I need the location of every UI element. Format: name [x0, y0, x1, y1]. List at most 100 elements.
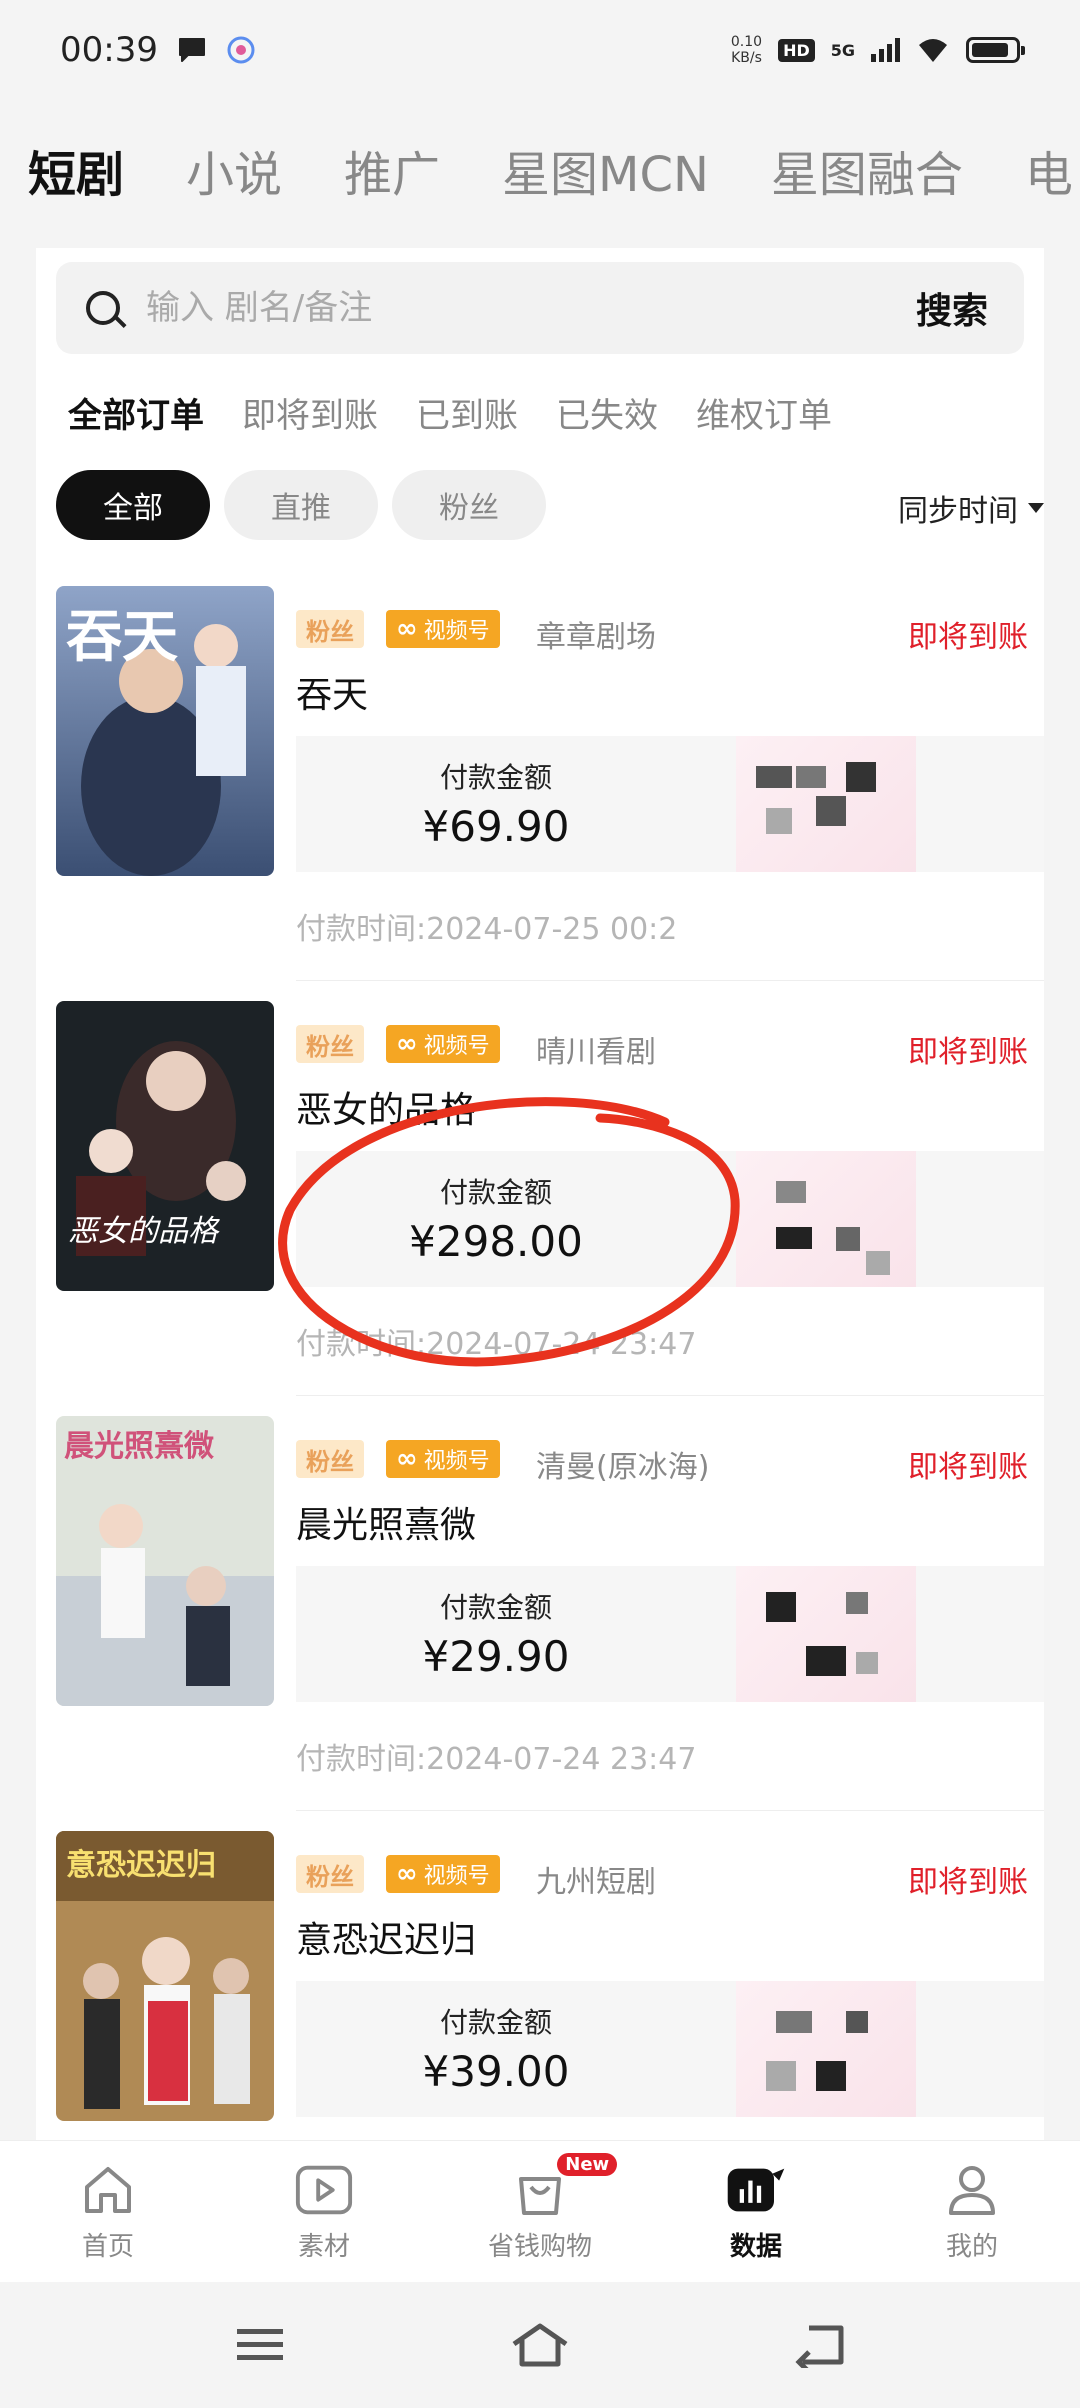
video-channel-tag: ∞ 视频号 — [386, 1855, 500, 1893]
search-button[interactable]: 搜索 — [916, 282, 988, 334]
tab-pending[interactable]: 即将到账 — [242, 388, 378, 437]
studio-name: 九州短剧 — [536, 1865, 656, 1900]
back-button[interactable] — [790, 2320, 850, 2370]
home-button[interactable] — [510, 2320, 570, 2370]
video-channel-tag: ∞ 视频号 — [386, 1025, 500, 1063]
divider — [296, 1810, 1044, 1811]
tab-xingtu-mcn[interactable]: 星图MCN — [502, 135, 709, 205]
studio-name: 晴川看剧 — [536, 1035, 656, 1070]
video-channel-icon: ∞ — [396, 614, 418, 644]
pay-amount: ¥29.90 — [422, 1632, 570, 1681]
video-channel-icon: ∞ — [396, 1444, 418, 1474]
order-item[interactable]: 晨光照熹微 粉丝 ∞ 视频号 清曼(原冰海) 即将到账 晨光照熹微 付款金额 ¥2… — [36, 1416, 1044, 1831]
filter-direct[interactable]: 直推 — [224, 470, 378, 540]
poster-text: 晨光照熹微 — [64, 1429, 214, 1464]
filter-chips: 全部 直推 粉丝 — [56, 470, 546, 540]
mosaic-redaction — [736, 1151, 916, 1287]
orders-card: 搜索 全部订单 即将到账 已到账 已失效 维权订单 全部 直推 粉丝 同步时间 … — [36, 248, 1044, 2148]
fan-tag: 粉丝 — [296, 1025, 364, 1063]
sync-time-dropdown[interactable]: 同步时间 — [898, 486, 1044, 530]
tab-short-drama[interactable]: 短剧 — [28, 135, 124, 205]
search-input[interactable] — [146, 288, 916, 328]
tab-all-orders[interactable]: 全部订单 — [68, 388, 204, 437]
drama-title: 吞天 — [296, 675, 369, 716]
tab-xingtu-fusion[interactable]: 星图融合 — [771, 135, 963, 205]
search-icon — [86, 291, 120, 325]
pay-label: 付款金额 — [439, 761, 552, 794]
status-time: 00:39 — [60, 30, 158, 70]
divider — [296, 1395, 1044, 1396]
pay-time: 付款时间:2024-07-24 23:47 — [296, 1742, 697, 1777]
tab-novel[interactable]: 小说 — [186, 135, 282, 205]
order-status-tabs: 全部订单 即将到账 已到账 已失效 维权订单 — [68, 388, 832, 437]
home-nav-icon — [512, 2323, 568, 2367]
order-item[interactable]: 恶女的品格 粉丝 ∞ 视频号 晴川看剧 即将到账 恶女的品格 付款金额 ¥298.… — [36, 1001, 1044, 1416]
nav-home[interactable]: 首页 — [0, 2141, 216, 2282]
nav-label: 数据 — [729, 2232, 782, 2262]
net-speed: 0.10 KB/s — [730, 34, 763, 66]
pay-amount: ¥39.00 — [422, 2047, 570, 2096]
pay-time: 付款时间:2024-07-25 00:2 — [296, 912, 678, 947]
pay-label: 付款金额 — [439, 1591, 552, 1624]
nav-label: 省钱购物 — [487, 2232, 592, 2262]
order-item[interactable]: 吞天 粉丝 ∞ 视频号 章章剧场 即将到账 吞天 付款金额 ¥69.90 付款时间… — [36, 586, 1044, 1001]
nav-material[interactable]: 素材 — [216, 2141, 432, 2282]
nav-mine[interactable]: 我的 — [864, 2141, 1080, 2282]
drama-poster: 晨光照熹微 — [56, 1416, 274, 1706]
order-status: 即将到账 — [908, 1035, 1028, 1070]
drama-poster: 意恐迟迟归 — [56, 1831, 274, 2121]
system-nav-bar — [0, 2282, 1080, 2408]
drama-title: 恶女的品格 — [296, 1090, 477, 1131]
hd-icon: HD — [778, 38, 815, 62]
order-status: 即将到账 — [908, 620, 1028, 655]
order-status: 即将到账 — [908, 1450, 1028, 1485]
tab-received[interactable]: 已到账 — [416, 388, 518, 437]
fan-tag: 粉丝 — [296, 610, 364, 648]
message-icon — [178, 38, 205, 62]
nav-shopping[interactable]: New 省钱购物 — [432, 2141, 648, 2282]
video-channel-tag: ∞ 视频号 — [386, 610, 500, 648]
nav-data[interactable]: 数据 — [648, 2141, 864, 2282]
nav-label: 素材 — [297, 2232, 350, 2262]
status-bar: 00:39 0.10 KB/s HD 5G — [0, 0, 1080, 100]
back-icon — [795, 2325, 844, 2368]
play-icon — [294, 2160, 354, 2220]
drama-title: 晨光照熹微 — [296, 1505, 477, 1546]
top-tab-bar: 短剧 小说 推广 星图MCN 星图融合 电 — [28, 130, 1073, 210]
video-channel-icon: ∞ — [396, 1029, 418, 1059]
tab-more[interactable]: 电 — [1025, 135, 1073, 205]
tab-expired[interactable]: 已失效 — [556, 388, 658, 437]
pay-amount: ¥298.00 — [409, 1217, 583, 1266]
pay-label: 付款金额 — [439, 2006, 552, 2039]
nav-label: 首页 — [81, 2232, 134, 2262]
order-item[interactable]: 意恐迟迟归 粉丝 ∞ 视频号 九州短剧 即将到账 意恐迟迟归 付款金额 ¥39.0… — [36, 1831, 1044, 2148]
drama-poster: 恶女的品格 — [56, 1001, 274, 1291]
bottom-nav: 首页 素材 New 省钱购物 数据 我的 — [0, 2140, 1080, 2282]
studio-name: 章章剧场 — [536, 620, 656, 655]
search-bar: 搜索 — [56, 262, 1024, 354]
drama-poster: 吞天 — [56, 586, 274, 876]
pay-label: 付款金额 — [439, 1176, 552, 1209]
data-chart-icon — [726, 2160, 786, 2220]
pay-time: 付款时间:2024-07-24 23:47 — [296, 1327, 697, 1362]
payment-box: 付款金额 ¥69.90 — [296, 736, 1044, 872]
tab-promotion[interactable]: 推广 — [344, 135, 440, 205]
mosaic-redaction — [736, 736, 916, 872]
filter-all[interactable]: 全部 — [56, 470, 210, 540]
poster-text: 恶女的品格 — [68, 1214, 221, 1249]
studio-name: 清曼(原冰海) — [536, 1450, 710, 1485]
filter-fans[interactable]: 粉丝 — [392, 470, 546, 540]
signal-icon — [871, 38, 900, 62]
nav-label: 我的 — [945, 2232, 998, 2262]
menu-button[interactable] — [230, 2320, 290, 2370]
home-icon — [78, 2160, 138, 2220]
drama-title: 意恐迟迟归 — [296, 1920, 477, 1961]
payment-box: 付款金额 ¥298.00 — [296, 1151, 1044, 1287]
video-channel-icon: ∞ — [396, 1859, 418, 1889]
battery-icon — [966, 37, 1025, 63]
poster-text: 吞天 — [66, 604, 178, 670]
tab-dispute[interactable]: 维权订单 — [696, 388, 832, 437]
pay-amount: ¥69.90 — [422, 802, 570, 851]
wifi-icon — [919, 39, 947, 62]
mosaic-redaction — [736, 1566, 916, 1702]
